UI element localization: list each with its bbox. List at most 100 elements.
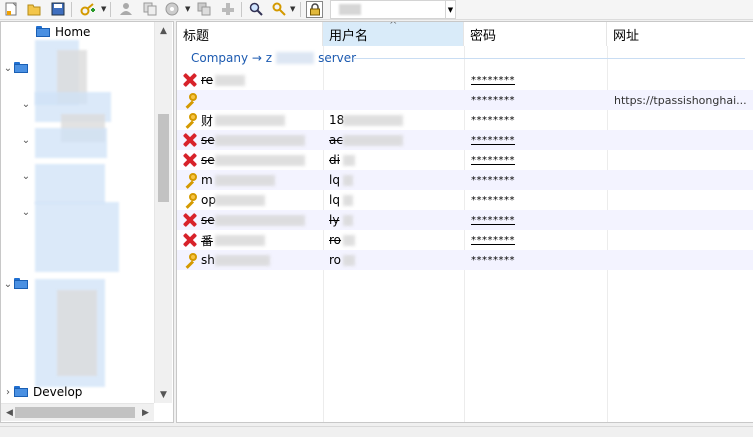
sort-ascending-icon: ^ <box>389 21 398 31</box>
combo-value-blur <box>339 4 361 15</box>
tree-item[interactable]: ⌄ <box>20 167 32 185</box>
toolbar: ▼ ▼ ▼ ▼ <box>0 0 753 20</box>
cell-url <box>614 230 750 250</box>
redacted-text <box>343 235 355 246</box>
cell-username: ly <box>329 213 340 227</box>
key-icon <box>182 252 198 269</box>
chevron-down-icon[interactable]: ⌄ <box>20 99 32 110</box>
redacted-text <box>215 235 265 246</box>
expired-icon <box>182 212 198 228</box>
tree-item[interactable]: ⌄ <box>20 95 32 113</box>
chevron-down-icon[interactable]: ⌄ <box>20 171 32 182</box>
redacted-tree-item <box>35 164 105 204</box>
status-bar <box>0 426 753 437</box>
column-header-password[interactable]: 密码 <box>464 22 607 46</box>
cell-password: ******** <box>471 234 515 246</box>
redacted-text <box>215 135 305 146</box>
cell-url <box>614 250 750 270</box>
chevron-down-icon[interactable]: ▼ <box>290 5 295 13</box>
folder-icon <box>36 26 51 38</box>
cell-title: se <box>201 133 215 147</box>
save-icon[interactable] <box>50 1 66 17</box>
scrollbar-thumb[interactable] <box>15 407 135 418</box>
folder-icon <box>14 62 29 74</box>
cell-url <box>614 210 750 230</box>
add-entry-icon[interactable] <box>79 1 95 17</box>
column-header-username[interactable]: 用户名 ^ <box>323 22 464 46</box>
group-tree: Home ⌄ ⌄ ⌄ ⌄ ⌄ ⌄ › Develop ▲ ▼ ◀ ▶ <box>0 21 174 423</box>
chevron-down-icon[interactable]: ⌄ <box>2 63 14 74</box>
search-icon[interactable] <box>248 1 264 17</box>
redacted-text <box>215 255 270 266</box>
toolbar-separator <box>300 2 301 17</box>
disk-icon[interactable] <box>164 1 180 17</box>
cell-title: se <box>201 213 215 227</box>
table-row[interactable]: ******** https://tpassishonghai... <box>177 90 753 110</box>
key-icon <box>182 92 198 109</box>
cell-username: ac <box>329 133 343 147</box>
key-icon <box>182 192 198 209</box>
column-header-label: 网址 <box>613 28 640 44</box>
cell-password: ******** <box>471 74 515 86</box>
table-row[interactable]: 番 ro ******** <box>177 230 753 250</box>
cell-password: ******** <box>471 174 515 186</box>
cell-password: ******** <box>471 154 515 166</box>
table-row[interactable]: 财 18 ******** <box>177 110 753 130</box>
redacted-text <box>343 115 403 126</box>
column-header-url[interactable]: 网址 <box>607 22 753 46</box>
chevron-down-icon[interactable]: ⌄ <box>20 135 32 146</box>
group-name: server <box>318 51 357 65</box>
group-header[interactable]: Company → z server <box>191 50 356 66</box>
chevron-down-icon[interactable]: ⌄ <box>2 279 14 290</box>
chevron-down-icon[interactable]: ⌄ <box>20 207 32 218</box>
cell-username: lq <box>329 193 340 207</box>
chevron-down-icon[interactable]: ▼ <box>445 1 455 18</box>
database-combo[interactable]: ▼ <box>330 0 456 19</box>
entry-list: 标题 用户名 ^ 密码 网址 Company → z server re ****… <box>176 21 753 423</box>
chevron-right-icon[interactable]: › <box>2 387 14 398</box>
expired-icon <box>182 152 198 168</box>
column-header-label: 密码 <box>470 28 497 44</box>
redacted-text <box>215 175 275 186</box>
table-row[interactable]: op lq ******** <box>177 190 753 210</box>
column-header-title[interactable]: 标题 <box>177 22 323 46</box>
table-row[interactable]: re ******** <box>177 70 753 90</box>
cell-username: di <box>329 153 340 167</box>
copy-icon[interactable] <box>142 1 158 17</box>
new-database-icon[interactable] <box>3 1 19 17</box>
redacted-text <box>343 215 353 226</box>
cell-title: se <box>201 153 215 167</box>
tree-item-home[interactable]: Home <box>36 23 90 41</box>
key-generate-icon[interactable] <box>271 1 287 17</box>
lock-icon[interactable] <box>306 1 323 18</box>
chevron-down-icon[interactable]: ▼ <box>185 5 190 13</box>
tree-item[interactable]: ⌄ <box>20 131 32 149</box>
tree-vertical-scrollbar[interactable]: ▲ ▼ <box>154 22 172 403</box>
tree-horizontal-scrollbar[interactable]: ◀ ▶ <box>1 403 154 421</box>
cell-password: ******** <box>471 214 515 226</box>
table-row[interactable]: se ac ******** <box>177 130 753 150</box>
table-row[interactable]: m lq ******** <box>177 170 753 190</box>
user-icon[interactable] <box>118 1 134 17</box>
redacted-tree-item <box>57 290 97 376</box>
scrollbar-thumb[interactable] <box>158 114 169 202</box>
scroll-right-icon[interactable]: ▶ <box>137 404 154 421</box>
tree-item[interactable]: ⌄ <box>20 203 32 221</box>
open-folder-icon[interactable] <box>26 1 42 17</box>
cell-url <box>614 130 750 150</box>
scroll-down-icon[interactable]: ▼ <box>155 386 172 403</box>
table-row[interactable]: se di ******** <box>177 150 753 170</box>
table-row[interactable]: se ly ******** <box>177 210 753 230</box>
tree-item[interactable]: ⌄ <box>2 275 33 293</box>
scroll-up-icon[interactable]: ▲ <box>155 22 172 39</box>
tree-item[interactable]: ⌄ <box>2 59 33 77</box>
redacted-text <box>215 155 305 166</box>
tools-icon[interactable] <box>220 1 236 17</box>
cell-password: ******** <box>471 134 515 146</box>
table-row[interactable]: sh ro ******** <box>177 250 753 270</box>
redacted-text <box>215 195 265 206</box>
tree-item-develop[interactable]: › Develop <box>2 383 82 401</box>
chevron-down-icon[interactable]: ▼ <box>101 5 106 13</box>
clone-icon[interactable] <box>196 1 212 17</box>
cell-title: sh <box>201 253 215 267</box>
